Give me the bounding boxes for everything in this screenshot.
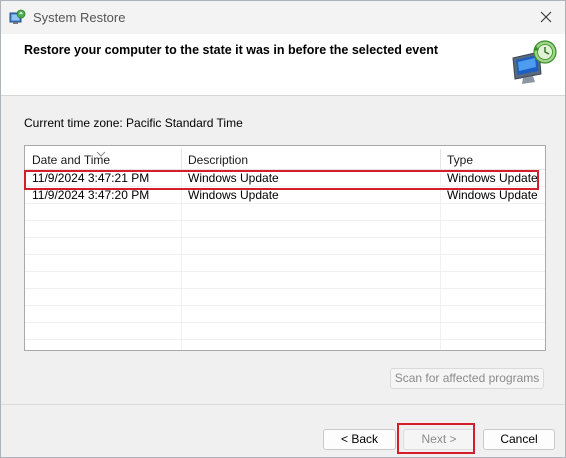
table-row[interactable]: 11/9/2024 3:47:20 PM Windows Update Wind… — [25, 187, 545, 204]
window-title: System Restore — [33, 10, 126, 25]
cell-description: Windows Update — [188, 171, 279, 185]
footer-divider — [1, 404, 565, 405]
empty-row — [25, 221, 545, 238]
title-bar: System Restore — [1, 1, 565, 34]
empty-row — [25, 289, 545, 306]
scan-affected-programs-button[interactable]: Scan for affected programs — [390, 368, 544, 389]
empty-row — [25, 323, 545, 340]
restore-points-list[interactable]: Date and Time Description Type 11/9/2024… — [24, 145, 546, 351]
system-restore-icon — [9, 9, 26, 26]
back-button[interactable]: < Back — [323, 429, 396, 450]
cell-date: 11/9/2024 3:47:20 PM — [32, 188, 150, 202]
cell-date: 11/9/2024 3:47:21 PM — [32, 171, 150, 185]
list-header: Date and Time Description Type — [25, 146, 545, 170]
cancel-button[interactable]: Cancel — [483, 429, 555, 450]
empty-row — [25, 306, 545, 323]
empty-row — [25, 238, 545, 255]
column-header-description[interactable]: Description — [181, 146, 440, 170]
empty-row — [25, 204, 545, 221]
table-row[interactable]: 11/9/2024 3:47:21 PM Windows Update Wind… — [25, 170, 545, 187]
page-title: Restore your computer to the state it wa… — [24, 43, 438, 57]
cell-type: Windows Update — [447, 171, 538, 185]
column-header-type[interactable]: Type — [440, 146, 545, 170]
next-button[interactable]: Next > — [403, 429, 475, 450]
cell-type: Windows Update — [447, 188, 538, 202]
header-band: Restore your computer to the state it wa… — [1, 34, 565, 96]
empty-row — [25, 255, 545, 272]
close-button[interactable] — [533, 5, 559, 29]
empty-row — [25, 272, 545, 289]
timezone-label: Current time zone: Pacific Standard Time — [24, 116, 243, 130]
column-header-date[interactable]: Date and Time — [25, 146, 181, 170]
system-restore-window: System Restore Restore your computer to … — [0, 0, 566, 458]
close-icon — [540, 11, 552, 23]
restore-monitor-icon — [509, 38, 559, 86]
cell-description: Windows Update — [188, 188, 279, 202]
list-body: 11/9/2024 3:47:21 PM Windows Update Wind… — [25, 170, 545, 350]
